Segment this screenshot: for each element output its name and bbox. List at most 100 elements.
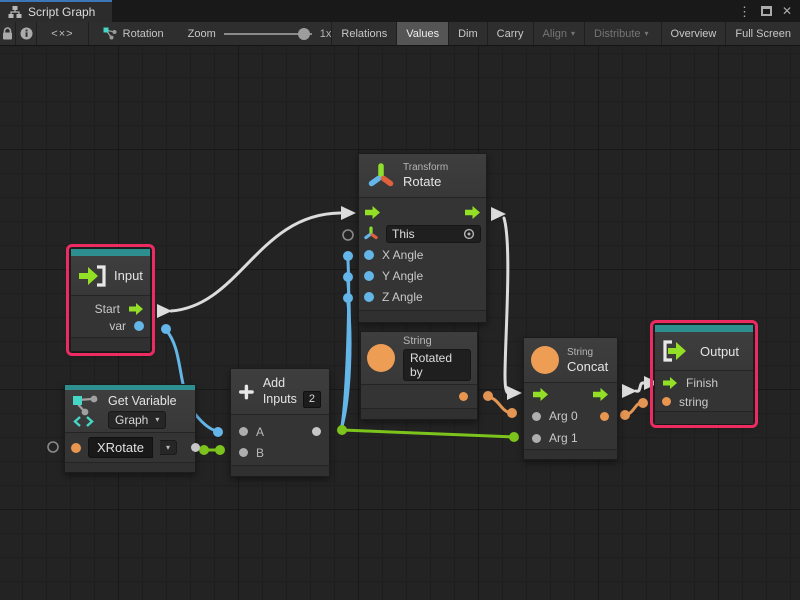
value-out-port-icon[interactable] — [600, 412, 609, 421]
carry-button[interactable]: Carry — [487, 22, 533, 45]
node-add-ports: A B — [231, 415, 329, 465]
relations-button[interactable]: Relations — [331, 22, 396, 45]
overview-button[interactable]: Overview — [661, 22, 726, 45]
maximize-icon[interactable] — [761, 6, 772, 16]
lock-icon — [2, 27, 13, 40]
zoom-slider[interactable] — [224, 28, 312, 40]
node-input-header[interactable]: Input — [71, 256, 150, 296]
value-in-port-icon[interactable] — [71, 443, 81, 453]
align-button[interactable]: Align ▾ — [533, 22, 584, 45]
port-row-finish[interactable]: Finish — [662, 373, 746, 392]
graph-toolbar: <×> Rotation Zoom 1x Relations Values Di… — [0, 22, 800, 46]
flow-out-port-icon[interactable] — [592, 388, 609, 401]
breadcrumb-label: Rotation — [123, 28, 164, 40]
port-row-b[interactable]: B — [239, 442, 321, 463]
graph-icon — [8, 5, 22, 19]
value-out-port-icon[interactable] — [312, 427, 321, 436]
this-target-field[interactable]: This — [386, 225, 481, 243]
node-input[interactable]: Input Start var — [70, 248, 151, 352]
rotate-titles: Transform Rotate — [403, 162, 448, 189]
info-button[interactable] — [16, 22, 37, 45]
string-value-field[interactable]: Rotated by — [403, 349, 471, 381]
add-titles: Add Inputs 2 — [263, 376, 321, 408]
port-row-flow[interactable] — [532, 383, 609, 405]
variable-scope-dropdown[interactable]: Graph ▾ — [108, 411, 166, 429]
flow-in-port-icon[interactable] — [662, 377, 678, 389]
node-get-variable[interactable]: Get Variable Graph ▾ XRotate ▾ — [64, 384, 196, 473]
port-row-x-angle[interactable]: X Angle — [364, 244, 481, 265]
port-row-arg0[interactable]: Arg 0 — [532, 405, 609, 427]
zoom-label: Zoom — [188, 28, 216, 40]
node-footer — [359, 310, 486, 322]
tab-script-graph[interactable]: Script Graph — [0, 0, 112, 22]
fullscreen-button[interactable]: Full Screen — [725, 22, 800, 45]
node-subtitle: Inputs — [263, 392, 297, 407]
node-title: Output — [700, 344, 739, 359]
port-row-string[interactable]: string — [662, 392, 746, 411]
port-row-y-angle[interactable]: Y Angle — [364, 265, 481, 286]
zoom-slider-handle[interactable] — [298, 28, 310, 40]
value-in-port-icon[interactable] — [364, 292, 374, 302]
dim-button[interactable]: Dim — [448, 22, 487, 45]
node-get-variable-body: XRotate ▾ — [65, 433, 195, 462]
port-row-start[interactable]: Start — [71, 300, 144, 317]
node-string-literal[interactable]: String Rotated by — [360, 331, 478, 420]
value-out-port-icon[interactable] — [134, 321, 144, 331]
tab-bar: Script Graph ⋮ ✕ — [0, 0, 800, 22]
node-add[interactable]: Add Inputs 2 A B — [230, 368, 330, 477]
value-out-port-icon[interactable] — [191, 443, 200, 452]
node-concat-header[interactable]: String Concat — [524, 338, 617, 383]
node-footer — [65, 462, 195, 472]
port-row-var[interactable]: var — [71, 317, 144, 334]
close-icon[interactable]: ✕ — [782, 5, 792, 17]
variable-name-caret[interactable]: ▾ — [160, 440, 177, 455]
variable-name-field[interactable]: XRotate — [88, 437, 153, 458]
node-rotate[interactable]: Transform Rotate This — [358, 153, 487, 323]
port-label: Z Angle — [382, 290, 423, 304]
port-label: A — [256, 425, 264, 439]
lock-button[interactable] — [0, 22, 16, 45]
node-footer — [524, 449, 617, 459]
inputs-count-field[interactable]: 2 — [303, 391, 321, 408]
value-in-port-icon[interactable] — [239, 448, 248, 457]
flow-out-port-icon[interactable] — [464, 206, 481, 219]
node-output-header[interactable]: Output — [655, 332, 753, 371]
flow-in-port-icon[interactable] — [364, 206, 381, 219]
get-variable-titles: Get Variable Graph ▾ — [108, 394, 177, 429]
flow-in-port-icon[interactable] — [532, 388, 549, 401]
transform-mini-icon — [364, 226, 378, 241]
port-row-flow[interactable] — [364, 202, 481, 223]
node-title: Rotate — [403, 174, 448, 189]
flow-out-port-icon[interactable] — [128, 303, 144, 315]
value-in-port-icon[interactable] — [532, 412, 541, 421]
object-picker-icon[interactable] — [463, 228, 475, 240]
port-row-z-angle[interactable]: Z Angle — [364, 286, 481, 307]
node-string-header[interactable]: String Rotated by — [361, 332, 477, 385]
window-controls: ⋮ ✕ — [738, 0, 800, 22]
node-rotate-header[interactable]: Transform Rotate — [359, 154, 486, 198]
value-in-port-icon[interactable] — [239, 427, 248, 436]
node-add-header[interactable]: Add Inputs 2 — [231, 369, 329, 415]
node-get-variable-header[interactable]: Get Variable Graph ▾ — [65, 390, 195, 433]
port-row-arg1[interactable]: Arg 1 — [532, 427, 609, 449]
distribute-button[interactable]: Distribute ▾ — [584, 22, 657, 45]
value-out-port-icon[interactable] — [459, 392, 468, 401]
port-row-this[interactable]: This — [364, 223, 481, 244]
node-output[interactable]: Output Finish string — [654, 324, 754, 424]
value-in-port-icon[interactable] — [662, 397, 671, 406]
menu-icon[interactable]: ⋮ — [738, 5, 751, 18]
value-in-port-icon[interactable] — [532, 434, 541, 443]
values-button[interactable]: Values — [396, 22, 448, 45]
port-label: Start — [95, 302, 120, 316]
toolbar-right-group: Relations Values Dim Carry Align ▾ Distr… — [331, 22, 800, 45]
string-type-icon — [531, 346, 559, 374]
node-concat[interactable]: String Concat Arg 0 Arg 1 — [523, 337, 618, 460]
port-row-a[interactable]: A — [239, 421, 321, 442]
info-icon — [20, 27, 33, 40]
csharp-preview-button[interactable]: <×> — [37, 22, 88, 45]
value-in-port-icon[interactable] — [364, 250, 374, 260]
node-footer — [361, 408, 477, 419]
node-concat-ports: Arg 0 Arg 1 — [524, 383, 617, 449]
value-in-port-icon[interactable] — [364, 271, 374, 281]
breadcrumb[interactable]: Rotation — [103, 22, 164, 45]
